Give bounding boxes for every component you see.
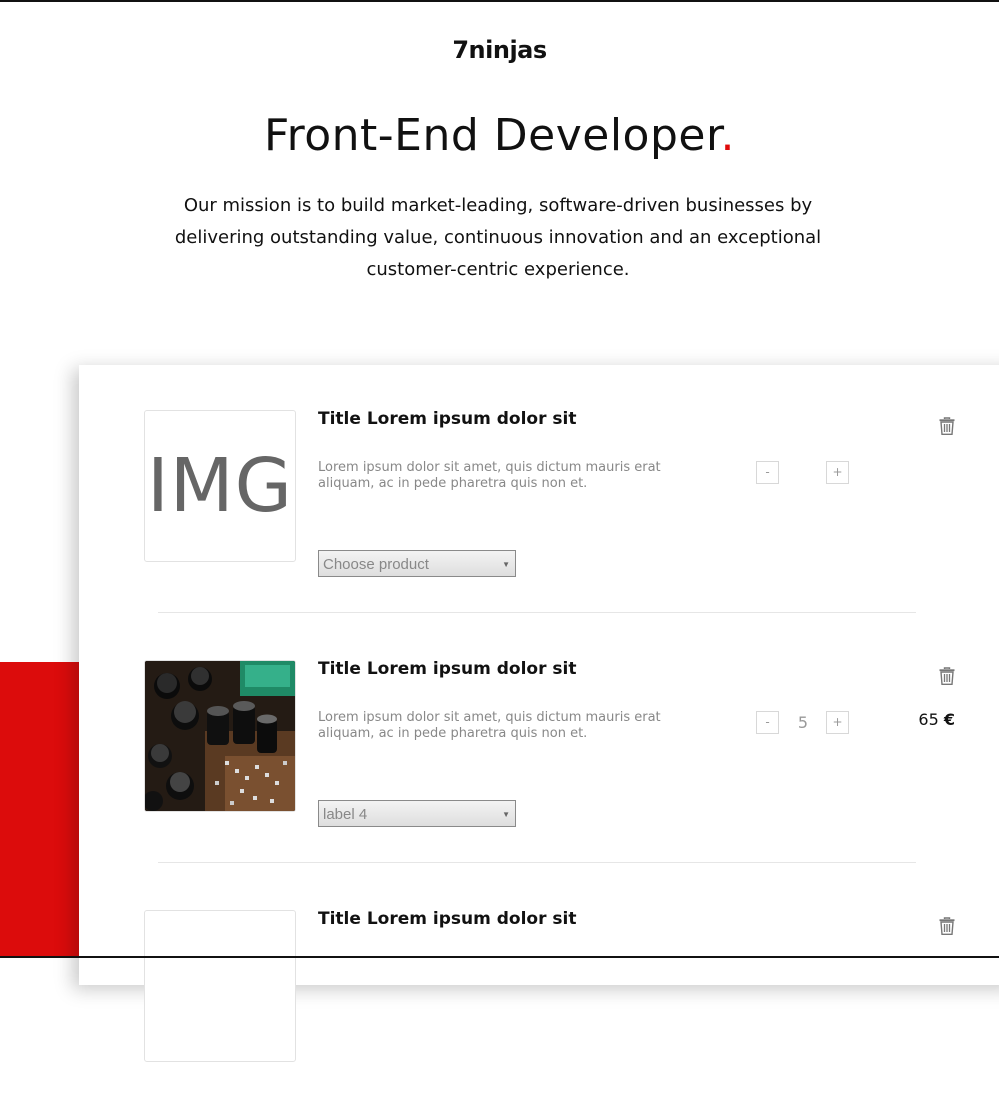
quantity-decrease-button[interactable]: -: [756, 711, 779, 734]
page-title: Front-End Developer.: [0, 110, 999, 161]
product-select-value: label 4: [323, 806, 368, 823]
price-currency: €: [943, 710, 955, 729]
product-title: Title Lorem ipsum dolor sit: [318, 909, 577, 929]
item-price: 65 €: [909, 710, 955, 729]
product-select[interactable]: label 4 ▼: [318, 800, 516, 827]
quantity-value[interactable]: 5: [782, 711, 824, 734]
product-image-placeholder: [144, 910, 296, 1062]
cart-item: IMG Title Lorem ipsum dolor sit Lorem ip…: [79, 365, 999, 615]
product-title: Title Lorem ipsum dolor sit: [318, 409, 577, 429]
price-amount: 65: [918, 710, 939, 729]
product-image-placeholder: IMG: [144, 410, 296, 562]
product-description: Lorem ipsum dolor sit amet, quis dictum …: [318, 710, 661, 741]
product-description: Lorem ipsum dolor sit amet, quis dictum …: [318, 460, 661, 491]
quantity-increase-button[interactable]: +: [826, 461, 849, 484]
product-title: Title Lorem ipsum dolor sit: [318, 659, 577, 679]
quantity-decrease-button[interactable]: -: [756, 461, 779, 484]
circuit-board-photo: [145, 661, 295, 811]
trash-icon[interactable]: [939, 667, 955, 685]
trash-icon[interactable]: [939, 917, 955, 935]
top-border: [0, 0, 999, 2]
red-accent-block: [0, 662, 80, 958]
quantity-increase-button[interactable]: +: [826, 711, 849, 734]
item-divider: [158, 862, 916, 863]
cart-item: Title Lorem ipsum dolor sit Lorem ipsum …: [79, 615, 999, 865]
dropdown-arrow-icon: ▼: [502, 560, 510, 569]
cart-item: Title Lorem ipsum dolor sit: [79, 865, 999, 1115]
product-image: [144, 660, 296, 812]
page-title-text: Front-End Developer: [263, 110, 721, 161]
cart-card: IMG Title Lorem ipsum dolor sit Lorem ip…: [79, 365, 999, 1062]
title-accent-dot: .: [720, 110, 736, 161]
item-divider: [158, 612, 916, 613]
quantity-value[interactable]: [782, 461, 824, 484]
image-placeholder-label: IMG: [146, 443, 293, 529]
logo[interactable]: 7ninjas: [0, 36, 999, 64]
mission-statement: Our mission is to build market-leading, …: [174, 195, 822, 280]
product-select[interactable]: Choose product ▼: [318, 550, 516, 577]
trash-icon[interactable]: [939, 417, 955, 435]
product-select-value: Choose product: [323, 556, 429, 573]
dropdown-arrow-icon: ▼: [502, 810, 510, 819]
